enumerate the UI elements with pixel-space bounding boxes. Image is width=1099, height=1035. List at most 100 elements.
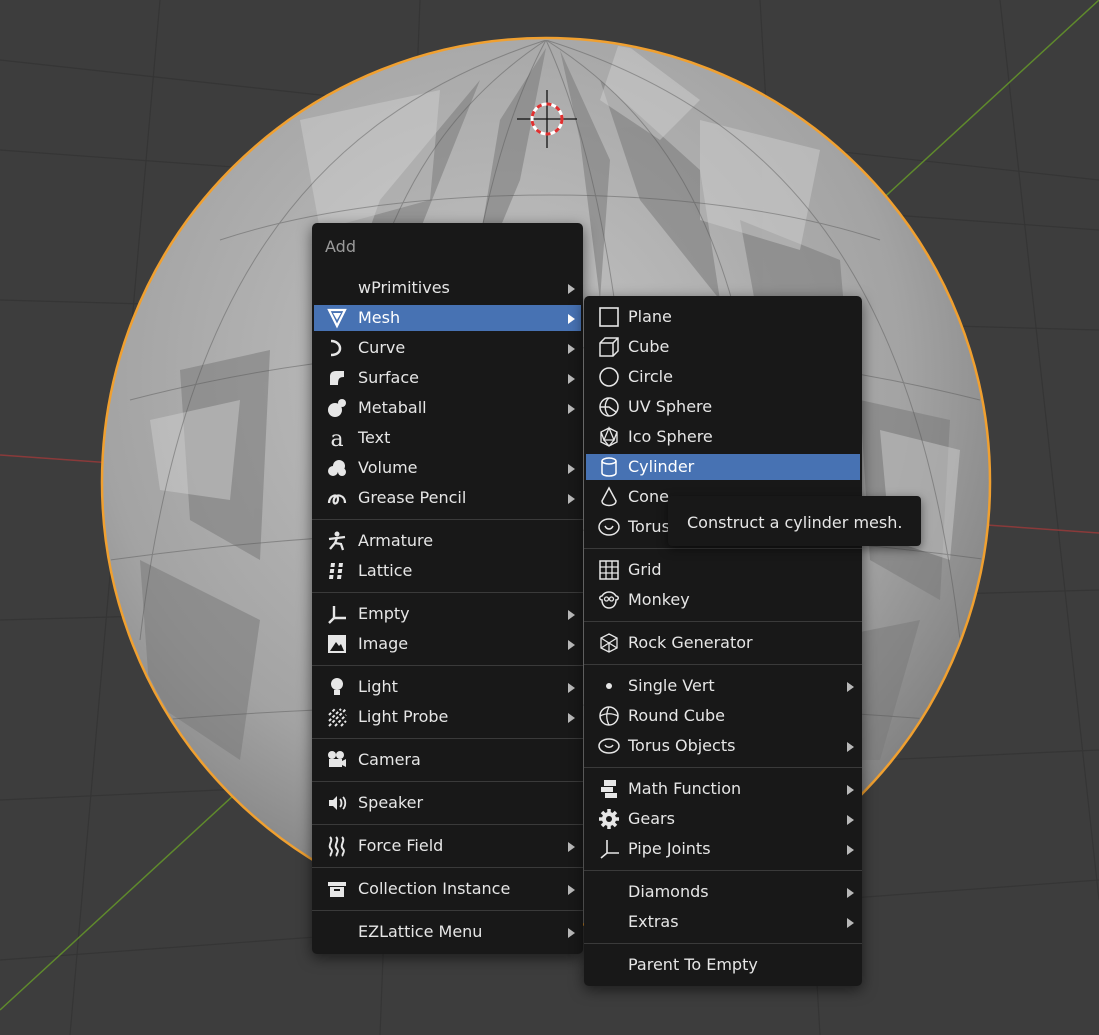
round-cube-icon bbox=[598, 705, 620, 727]
submenu-arrow-icon bbox=[568, 374, 575, 384]
camera-icon bbox=[326, 749, 348, 771]
mesh-item-pipe-joints[interactable]: Pipe Joints bbox=[586, 836, 860, 862]
submenu-arrow-icon bbox=[568, 314, 575, 324]
mesh-item-gears[interactable]: Gears bbox=[586, 806, 860, 832]
cube-icon bbox=[598, 336, 620, 358]
monkey-icon bbox=[598, 589, 620, 611]
pipe-joints-icon bbox=[598, 838, 620, 860]
mesh-item-round-cube[interactable]: Round Cube bbox=[586, 703, 860, 729]
submenu-arrow-icon bbox=[568, 928, 575, 938]
mesh-item-torus-objects[interactable]: Torus Objects bbox=[586, 733, 860, 759]
menu-item-wprimitives[interactable]: wPrimitives bbox=[314, 275, 581, 301]
menu-item-volume[interactable]: Volume bbox=[314, 455, 581, 481]
menu-item-light[interactable]: Light bbox=[314, 674, 581, 700]
mesh-item-cylinder[interactable]: Cylinder bbox=[586, 454, 860, 480]
menu-item-metaball[interactable]: Metaball bbox=[314, 395, 581, 421]
menu-separator bbox=[584, 621, 862, 622]
submenu-arrow-icon bbox=[847, 918, 854, 928]
armature-icon bbox=[326, 530, 348, 552]
menu-separator bbox=[584, 870, 862, 871]
menu-separator bbox=[312, 910, 583, 911]
curve-icon bbox=[326, 337, 348, 359]
menu-item-mesh[interactable]: Mesh bbox=[314, 305, 581, 331]
menu-item-ezlattice-menu[interactable]: EZLattice Menu bbox=[314, 919, 581, 945]
add-menu: Add wPrimitives Mesh Curve Surface Metab… bbox=[312, 223, 583, 954]
menu-separator bbox=[312, 665, 583, 666]
submenu-arrow-icon bbox=[847, 682, 854, 692]
mesh-item-math-function[interactable]: Math Function bbox=[586, 776, 860, 802]
mesh-item-monkey[interactable]: Monkey bbox=[586, 587, 860, 613]
rock-icon bbox=[598, 632, 620, 654]
light-icon bbox=[326, 676, 348, 698]
menu-item-speaker[interactable]: Speaker bbox=[314, 790, 581, 816]
mesh-item-single-vert[interactable]: Single Vert bbox=[586, 673, 860, 699]
menu-item-curve[interactable]: Curve bbox=[314, 335, 581, 361]
menu-item-image[interactable]: Image bbox=[314, 631, 581, 657]
speaker-icon bbox=[326, 792, 348, 814]
grease-pencil-icon bbox=[326, 487, 348, 509]
mesh-item-rock-generator[interactable]: Rock Generator bbox=[586, 630, 860, 656]
submenu-arrow-icon bbox=[568, 842, 575, 852]
mesh-icon bbox=[326, 307, 348, 329]
force-field-icon bbox=[326, 835, 348, 857]
menu-item-empty[interactable]: Empty bbox=[314, 601, 581, 627]
image-icon bbox=[326, 633, 348, 655]
menu-item-text[interactable]: a Text bbox=[314, 425, 581, 451]
circle-icon bbox=[598, 366, 620, 388]
submenu-arrow-icon bbox=[847, 742, 854, 752]
menu-item-surface[interactable]: Surface bbox=[314, 365, 581, 391]
surface-icon bbox=[326, 367, 348, 389]
mesh-item-parent-to-empty[interactable]: Parent To Empty bbox=[586, 952, 860, 978]
math-function-icon bbox=[598, 778, 620, 800]
mesh-item-diamonds[interactable]: Diamonds bbox=[586, 879, 860, 905]
menu-item-armature[interactable]: Armature bbox=[314, 528, 581, 554]
submenu-arrow-icon bbox=[568, 640, 575, 650]
text-icon: a bbox=[326, 427, 348, 449]
light-probe-icon bbox=[326, 706, 348, 728]
submenu-arrow-icon bbox=[568, 404, 575, 414]
menu-separator bbox=[312, 738, 583, 739]
submenu-arrow-icon bbox=[847, 845, 854, 855]
mesh-item-extras[interactable]: Extras bbox=[586, 909, 860, 935]
mesh-item-grid[interactable]: Grid bbox=[586, 557, 860, 583]
menu-separator bbox=[312, 781, 583, 782]
mesh-item-plane[interactable]: Plane bbox=[586, 304, 860, 330]
tooltip: Construct a cylinder mesh. bbox=[668, 496, 921, 546]
menu-item-lattice[interactable]: Lattice bbox=[314, 558, 581, 584]
tooltip-text: Construct a cylinder mesh. bbox=[687, 513, 903, 532]
submenu-arrow-icon bbox=[568, 713, 575, 723]
collection-instance-icon bbox=[326, 878, 348, 900]
grid-icon bbox=[598, 559, 620, 581]
menu-separator bbox=[312, 824, 583, 825]
submenu-arrow-icon bbox=[568, 885, 575, 895]
mesh-item-cube[interactable]: Cube bbox=[586, 334, 860, 360]
volume-icon bbox=[326, 457, 348, 479]
menu-separator bbox=[584, 767, 862, 768]
menu-item-light-probe[interactable]: Light Probe bbox=[314, 704, 581, 730]
menu-item-grease-pencil[interactable]: Grease Pencil bbox=[314, 485, 581, 511]
plane-icon bbox=[598, 306, 620, 328]
add-menu-title: Add bbox=[325, 237, 356, 256]
submenu-arrow-icon bbox=[568, 494, 575, 504]
empty-icon bbox=[326, 603, 348, 625]
menu-item-force-field[interactable]: Force Field bbox=[314, 833, 581, 859]
submenu-arrow-icon bbox=[847, 815, 854, 825]
menu-item-camera[interactable]: Camera bbox=[314, 747, 581, 773]
menu-item-collection-instance[interactable]: Collection Instance bbox=[314, 876, 581, 902]
mesh-item-ico-sphere[interactable]: Ico Sphere bbox=[586, 424, 860, 450]
gear-icon bbox=[598, 808, 620, 830]
mesh-item-circle[interactable]: Circle bbox=[586, 364, 860, 390]
cylinder-icon bbox=[598, 456, 620, 478]
menu-separator bbox=[312, 519, 583, 520]
cone-icon bbox=[598, 486, 620, 508]
submenu-arrow-icon bbox=[847, 888, 854, 898]
submenu-arrow-icon bbox=[568, 464, 575, 474]
submenu-arrow-icon bbox=[568, 683, 575, 693]
uv-sphere-icon bbox=[598, 396, 620, 418]
menu-separator bbox=[584, 664, 862, 665]
submenu-arrow-icon bbox=[568, 284, 575, 294]
menu-separator bbox=[312, 592, 583, 593]
mesh-item-uv-sphere[interactable]: UV Sphere bbox=[586, 394, 860, 420]
submenu-arrow-icon bbox=[847, 785, 854, 795]
menu-separator bbox=[584, 943, 862, 944]
